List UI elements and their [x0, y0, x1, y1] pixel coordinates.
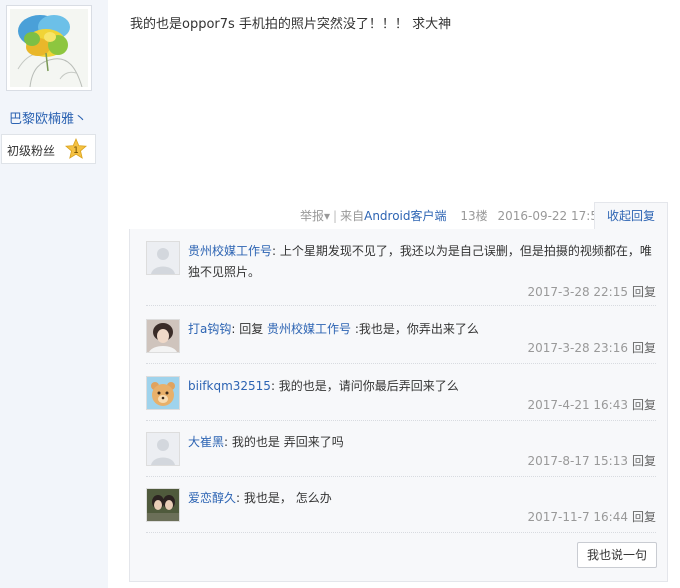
fan-level-badge[interactable]: 初级粉丝 1 — [1, 134, 96, 164]
reply-username-link[interactable]: biifkqm32515 — [188, 379, 271, 393]
reply-username-link[interactable]: 爱恋醇久 — [188, 491, 236, 505]
reply-text: 大崔黑: 我的也是 弄回来了吗 — [188, 432, 654, 453]
user-photo-avatar[interactable] — [146, 488, 180, 522]
reply-time: 2017-11-7 16:44 — [527, 510, 628, 524]
flower-sketch-icon — [10, 9, 88, 87]
poster-sidebar: 巴黎欧楠雅丶 初级粉丝 1 — [0, 0, 108, 588]
add-comment-button[interactable]: 我也说一句 — [577, 542, 657, 568]
floor-number: 13楼 — [460, 209, 488, 223]
reply-button[interactable]: 回复 — [632, 285, 656, 299]
poster-avatar[interactable] — [6, 5, 92, 91]
reply-time: 2017-8-17 15:13 — [527, 454, 628, 468]
reply-meta: 2017-3-28 23:16 回复 — [527, 339, 656, 356]
reply-divider — [146, 363, 656, 364]
post-datetime: 2016-09-22 17:54 — [497, 209, 606, 223]
reply-item: biifkqm32515: 我的也是，请问你最后弄回来了么 2017-4-21 … — [146, 376, 656, 416]
default-avatar-icon[interactable] — [146, 241, 180, 275]
post-tail-bar: 举报▾ | 来自Android客户端 13楼 2016-09-22 17:54 — [300, 207, 606, 224]
reply-time: 2017-4-21 16:43 — [527, 398, 628, 412]
user-photo-avatar[interactable] — [146, 319, 180, 353]
reply-list: 贵州校媒工作号: 上个星期发现不见了，我还以为是自己误删，但是拍摄的视频都在，唯… — [129, 229, 668, 582]
report-link[interactable]: 举报▾ — [300, 209, 330, 223]
reply-button[interactable]: 回复 — [632, 510, 656, 524]
android-client-link[interactable]: Android客户端 — [364, 209, 446, 223]
source-prefix: 来自 — [340, 209, 365, 223]
reply-username-link[interactable]: 贵州校媒工作号 — [188, 244, 272, 258]
reply-meta: 2017-11-7 16:44 回复 — [527, 508, 656, 525]
reply-divider — [146, 420, 656, 421]
reply-item: 贵州校媒工作号: 上个星期发现不见了，我还以为是自己误删，但是拍摄的视频都在，唯… — [146, 241, 656, 301]
reply-meta: 2017-3-28 22:15 回复 — [527, 283, 656, 300]
fan-level-label: 初级粉丝 — [7, 144, 56, 158]
reply-time: 2017-3-28 23:16 — [527, 341, 628, 355]
reply-text: biifkqm32515: 我的也是，请问你最后弄回来了么 — [188, 376, 654, 397]
reply-button[interactable]: 回复 — [632, 454, 656, 468]
reply-divider — [146, 305, 656, 306]
reply-button[interactable]: 回复 — [632, 341, 656, 355]
collapse-replies-button[interactable]: 收起回复 — [594, 202, 668, 230]
reply-username-link[interactable]: 打a钩钩 — [188, 322, 231, 336]
poster-username-link[interactable]: 巴黎欧楠雅丶 — [0, 108, 96, 127]
reply-text: 打a钩钩: 回复 贵州校媒工作号 :我也是，你弄出来了么 — [188, 319, 654, 340]
reply-item: 爱恋醇久: 我也是， 怎么办 2017-11-7 16:44 回复 — [146, 488, 656, 528]
separator: | — [333, 209, 338, 223]
default-avatar-icon[interactable] — [146, 432, 180, 466]
reply-content: : 我的也是，请问你最后弄回来了么 — [270, 379, 459, 393]
mention-link[interactable]: 贵州校媒工作号 — [267, 322, 351, 336]
reply-divider — [146, 476, 656, 477]
reply-meta: 2017-4-21 16:43 回复 — [527, 396, 656, 413]
reply-username-link[interactable]: 大崔黑 — [188, 435, 224, 449]
level-number: 1 — [73, 146, 79, 156]
reply-content: : 我的也是 弄回来了吗 — [224, 435, 344, 449]
level-star-icon: 1 — [65, 138, 87, 159]
reply-content: : 我也是， 怎么办 — [236, 491, 332, 505]
reply-text: 贵州校媒工作号: 上个星期发现不见了，我还以为是自己误删，但是拍摄的视频都在，唯… — [188, 241, 654, 283]
reply-item: 打a钩钩: 回复 贵州校媒工作号 :我也是，你弄出来了么 2017-3-28 2… — [146, 319, 656, 359]
reply-text: 爱恋醇久: 我也是， 怎么办 — [188, 488, 654, 509]
reply-divider — [146, 532, 656, 533]
poster-avatar-image — [10, 9, 88, 87]
post-body-text: 我的也是oppor7s 手机拍的照片突然没了！！！ 求大神 — [130, 17, 452, 32]
reply-item: 大崔黑: 我的也是 弄回来了吗 2017-8-17 15:13 回复 — [146, 432, 656, 472]
reply-prefix: : 回复 — [231, 322, 268, 336]
reply-time: 2017-3-28 22:15 — [527, 285, 628, 299]
bear-avatar-icon[interactable] — [146, 376, 180, 410]
reply-content: :我也是，你弄出来了么 — [351, 322, 479, 336]
reply-button[interactable]: 回复 — [632, 398, 656, 412]
reply-meta: 2017-8-17 15:13 回复 — [527, 452, 656, 469]
